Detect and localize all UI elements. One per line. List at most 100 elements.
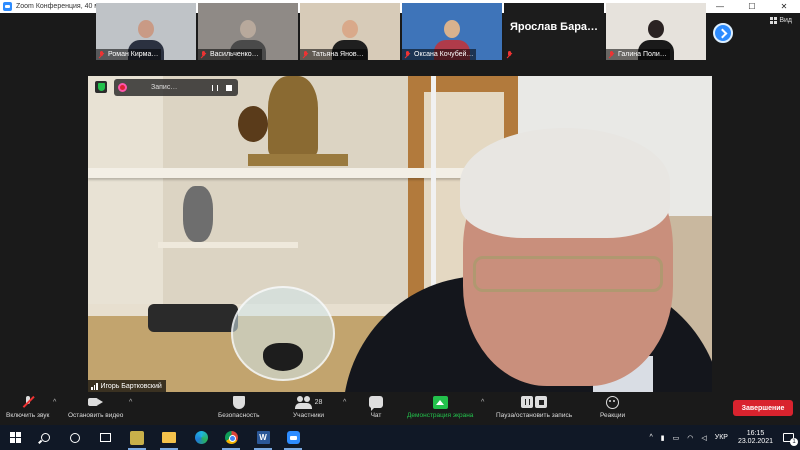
radio [148,304,238,332]
chat-button[interactable]: Чат [369,394,383,424]
muted-mic-icon [302,50,309,59]
taskbar-word[interactable]: W [248,425,278,450]
edge-browser-icon [194,431,208,444]
wifi-icon[interactable]: ◠ [687,434,693,442]
share-options-chevron-icon[interactable]: ^ [481,399,484,406]
muted-mic-icon [98,50,105,59]
taskbar-zoom[interactable] [278,425,308,450]
app-icon [130,430,144,445]
participant-name: Оксана Кочубей… [414,51,474,58]
task-view-button[interactable] [90,425,120,450]
taskbar-app-pinned[interactable] [122,425,152,450]
taskbar-edge[interactable] [186,425,216,450]
language-indicator[interactable]: УКР [715,434,728,441]
minimize-button[interactable]: — [704,0,736,13]
maximize-button[interactable]: ☐ [736,0,768,13]
recording-dot-icon [118,83,127,92]
cortana-button[interactable] [60,425,90,450]
clock-date: 23.02.2021 [737,437,773,445]
security-button[interactable]: Безопасность [218,394,259,424]
participant-name-bar: Оксана Кочубей… [402,49,477,60]
window-controls: — ☐ ✕ [704,0,800,13]
stop-video-button[interactable]: Остановить видео [68,394,123,424]
notifications-icon[interactable]: 1 [783,433,798,446]
clock[interactable]: 16:15 23.02.2021 [738,430,773,446]
taskbar-chrome[interactable] [216,425,246,450]
unmute-label: Включить звук [6,412,50,419]
active-speaker-video [88,76,712,392]
start-button[interactable] [0,425,30,450]
participant-name-bar: Татьяна Янов… [300,49,367,60]
participants-options-chevron-icon[interactable]: ^ [343,399,346,406]
taskbar-file-explorer[interactable] [154,425,184,450]
speaker-name: Игорь Бартковский [100,382,162,390]
share-screen-button[interactable]: Демонстрация экрана [407,394,473,424]
search-button[interactable] [30,425,60,450]
reaction-smiley-icon [606,395,620,409]
speaker-name-tag: Игорь Бартковский [88,380,166,392]
window-title: Zoom Конференция, 40 мин [16,3,107,10]
unmute-button[interactable]: Включить звук [6,394,49,424]
participant-thumbnail[interactable]: Роман Кирма… [96,3,196,60]
participant-thumbnail[interactable]: Ярослав Бара… [504,3,604,60]
word-icon: W [256,431,270,444]
signal-strength-icon [91,382,98,390]
stop-recording-icon[interactable] [224,83,234,93]
meeting-toolbar: Включить звук ^ Остановить видео ^ Безоп… [0,392,800,425]
participant-name-bar: Галина Поли… [606,49,670,60]
share-screen-icon [432,395,448,409]
participant-name: Галина Поли… [618,51,667,58]
participant-name: Татьяна Янов… [312,51,364,58]
view-button[interactable]: Вид [770,17,792,24]
participant-name-bar: Васильченко… [198,49,262,60]
audio-options-chevron-icon[interactable]: ^ [53,399,56,406]
security-shield-icon[interactable] [95,81,107,93]
participants-label: Участники [293,412,325,419]
participant-thumbnail[interactable]: Татьяна Янов… [300,3,400,60]
volume-icon[interactable]: ◁ [701,434,706,442]
participants-count: 28 [314,398,323,406]
participant-thumbnail[interactable]: Васильченко… [198,3,298,60]
system-tray: ^ ▮ ▭ ◠ ◁ УКР 16:15 23.02.2021 1 [645,425,800,450]
next-page-arrow-icon[interactable] [713,23,733,43]
close-button[interactable]: ✕ [768,0,800,13]
glasses [473,256,663,292]
video-options-chevron-icon[interactable]: ^ [129,399,132,406]
usb-device-icon[interactable]: ▮ [661,434,665,442]
end-meeting-button[interactable]: Завершение [733,400,793,416]
participant-name-bar [504,49,519,60]
participant-thumbnail[interactable]: Галина Поли… [606,3,706,60]
folder-icon [162,432,176,443]
participant-name-bar: Роман Кирма… [96,49,162,60]
fishbowl [231,286,335,381]
camera-icon [87,396,104,408]
muted-microphone-icon [21,395,35,409]
pause-recording-icon[interactable] [210,83,220,93]
participant-thumbnail[interactable]: Оксана Кочубей… [402,3,502,60]
share-screen-label: Демонстрация экрана [407,412,474,419]
recording-indicator: Запис… [114,79,238,96]
participant-name: Роман Кирма… [108,51,159,58]
pause-stop-recording-button[interactable]: Пауза/остановить запись [496,394,572,424]
muted-mic-icon [506,50,513,59]
network-icon[interactable]: ▭ [673,434,680,442]
chat-label: Чат [370,412,382,419]
grid-view-icon [770,17,778,24]
security-label: Безопасность [218,412,260,419]
figurine [183,186,213,242]
chat-icon [369,396,383,411]
show-hidden-icons-chevron-icon[interactable]: ^ [649,434,652,441]
pause-stop-recording-label: Пауза/остановить запись [496,412,573,419]
windows-taskbar: W ^ ▮ ▭ ◠ ◁ УКР 16:15 23.02.2021 1 [0,425,800,450]
recording-label: Запис… [151,84,178,91]
participant-name: Васильченко… [210,51,259,58]
task-view-icon [99,433,111,442]
zoom-icon [286,431,300,444]
notification-count: 1 [790,438,798,446]
windows-logo-icon [9,432,21,443]
reactions-label: Реакции [600,412,626,419]
reactions-button[interactable]: Реакции [600,394,625,424]
search-icon [40,433,50,442]
pause-stop-recording-icon [521,394,548,410]
participants-button[interactable]: 28 Участники [293,394,324,424]
